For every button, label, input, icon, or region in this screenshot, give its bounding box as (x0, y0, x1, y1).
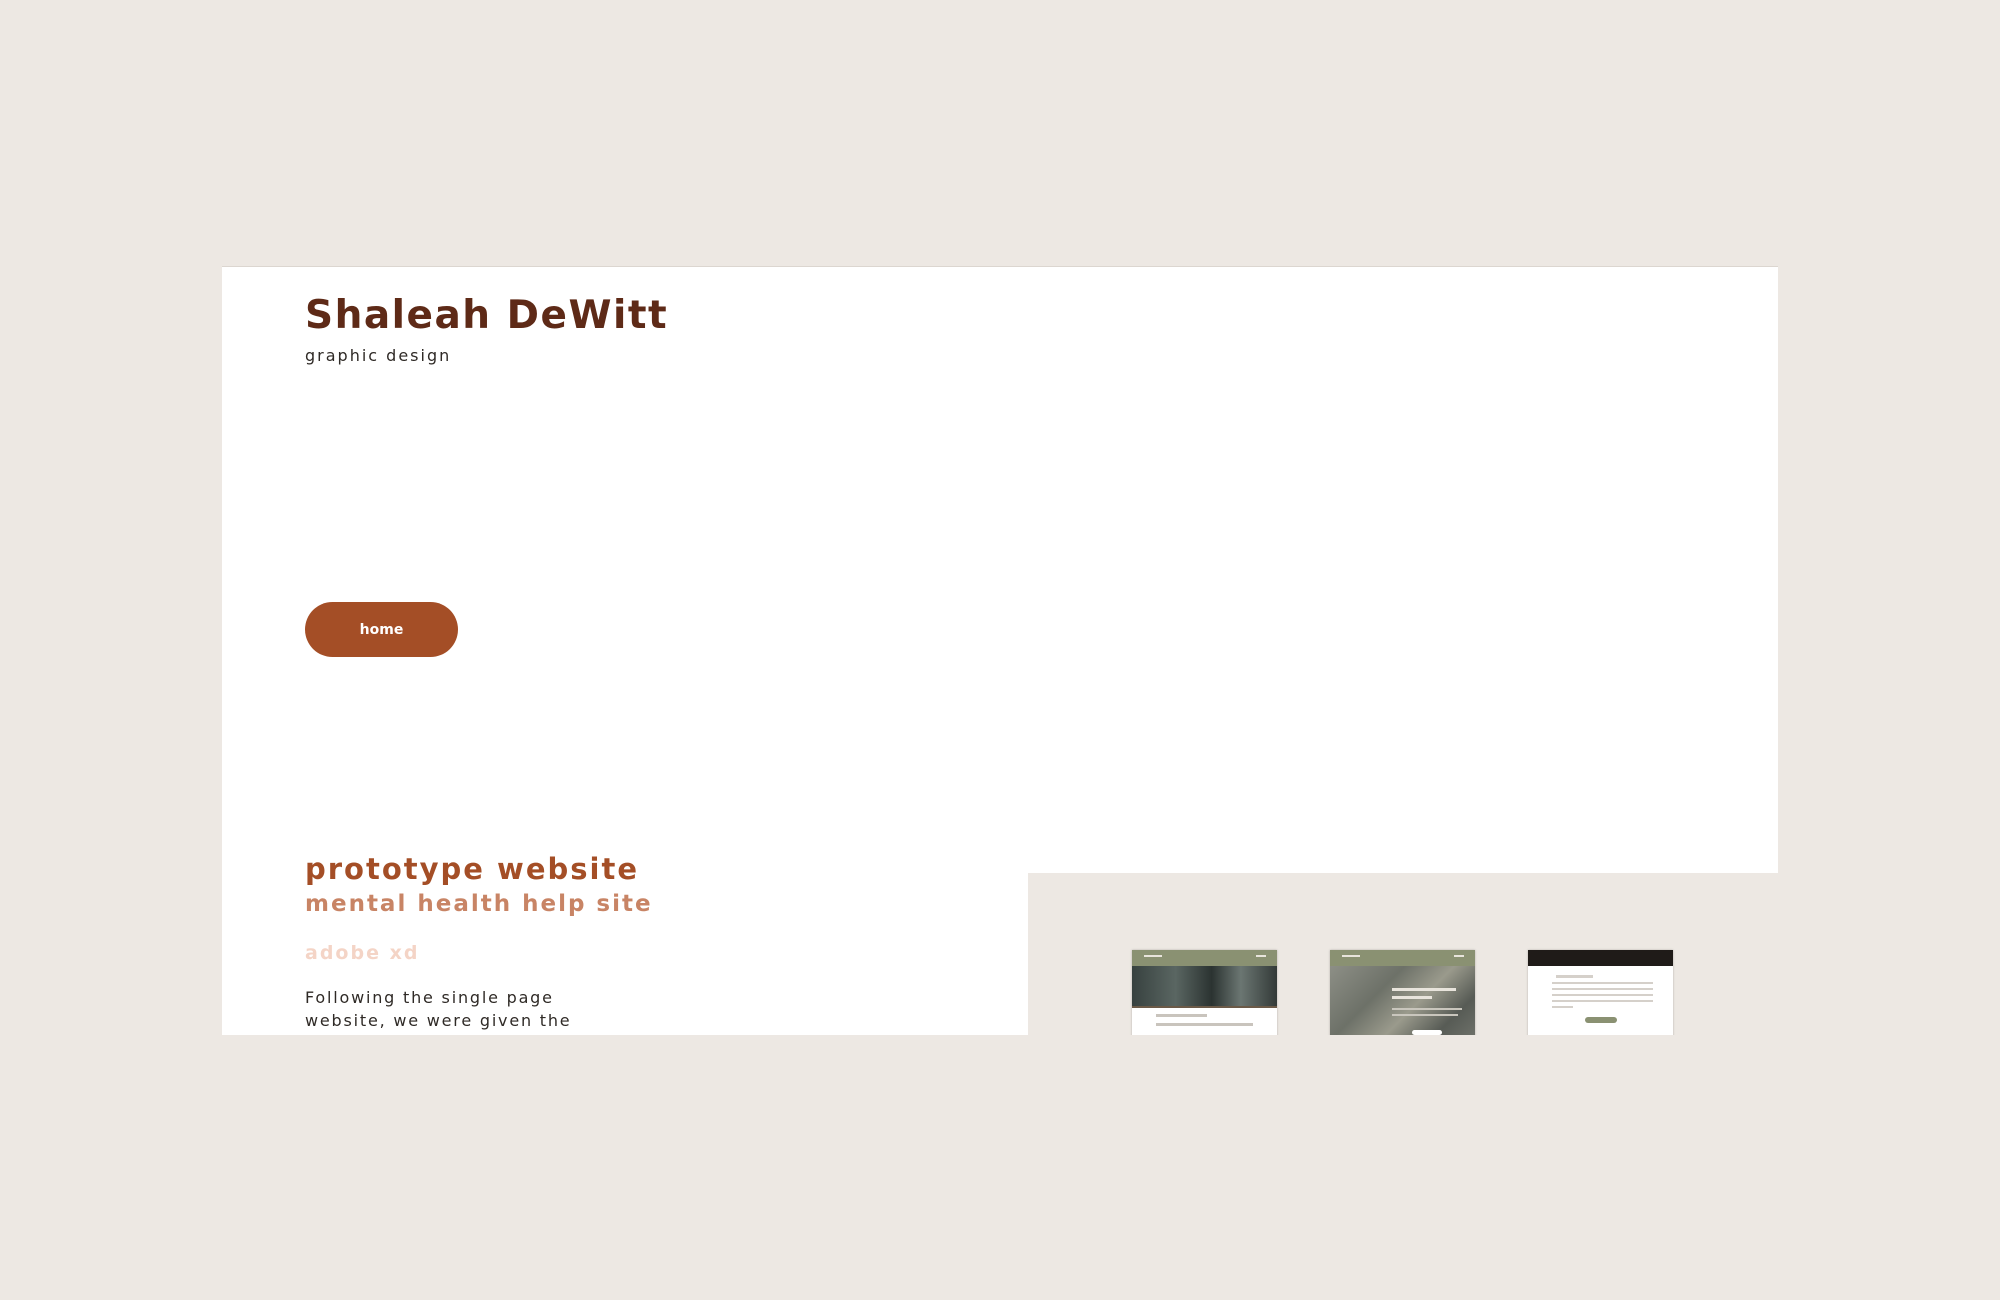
thumbnail-text-line (1392, 1014, 1458, 1016)
thumbnail-hero-image (1132, 966, 1277, 1008)
prototype-gallery (1028, 873, 1778, 1035)
thumbnail-text-line (1552, 988, 1653, 990)
prototype-about-thumbnail[interactable] (1330, 950, 1475, 1035)
thumbnail-button (1584, 1017, 1617, 1023)
thumbnail-text-line (1392, 988, 1456, 991)
thumbnail-nav-bar (1528, 950, 1673, 966)
thumbnail-text-line (1552, 1006, 1573, 1008)
thumbnail-text-line (1552, 982, 1653, 984)
thumbnail-text-line (1392, 1008, 1462, 1010)
portfolio-page: Shaleah DeWitt graphic design home proto… (222, 266, 1778, 1035)
thumbnail-text-line (1552, 1000, 1653, 1002)
thumbnail-button (1412, 1030, 1442, 1035)
thumbnail-text-line (1156, 1023, 1253, 1026)
thumbnail-nav-bar (1330, 950, 1475, 966)
project-description: Following the single page website, we we… (305, 988, 572, 1030)
site-owner-name: Shaleah DeWitt (305, 293, 669, 338)
prototype-help-thumbnail[interactable] (1528, 950, 1673, 1035)
project-title: prototype website (305, 852, 640, 886)
thumbnail-text-line (1552, 994, 1653, 996)
site-tagline: graphic design (305, 346, 452, 365)
thumbnail-nav-bar (1132, 950, 1277, 966)
project-tool: adobe xd (305, 942, 420, 964)
project-subtitle: mental health help site (305, 891, 653, 917)
thumbnail-text-line (1392, 996, 1432, 999)
home-button[interactable]: home (305, 602, 458, 657)
thumbnail-text-line (1556, 975, 1593, 978)
prototype-home-thumbnail[interactable] (1132, 950, 1277, 1035)
thumbnail-text-line (1156, 1014, 1207, 1017)
thumbnail-hero-image (1330, 966, 1475, 1035)
